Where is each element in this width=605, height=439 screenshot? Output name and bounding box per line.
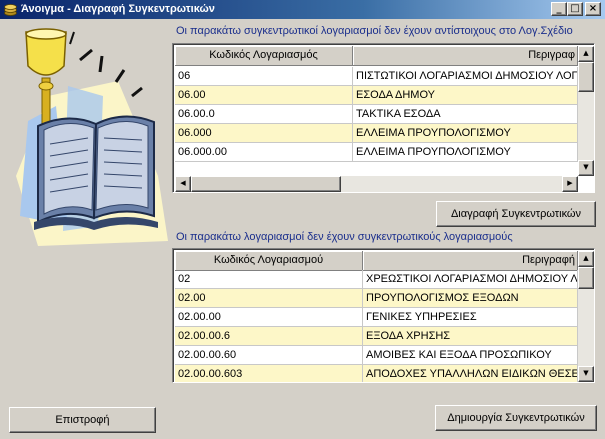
arrow-down-icon: ▼ <box>583 369 589 377</box>
return-button[interactable]: Επιστροφή <box>9 407 156 433</box>
scroll-thumb[interactable] <box>578 267 594 289</box>
cell-description: ΕΛΛΕΙΜΑ ΠΡΟΥΠΟΛΟΓΙΣΜΟΥ <box>353 124 578 143</box>
arrow-down-icon: ▼ <box>583 163 589 171</box>
cell-code: 02.00.00.60 <box>175 346 363 365</box>
create-summaries-button[interactable]: Δημιουργία Συγκεντρωτικών <box>435 405 597 431</box>
table-row[interactable]: 06.000.00 ΕΛΛΕΙΜΑ ΠΡΟΥΠΟΛΟΓΙΣΜΟΥ <box>175 143 578 162</box>
vertical-scrollbar[interactable]: ▲ ▼ <box>578 251 594 382</box>
cell-description: ΕΣΟΔΑ ΔΗΜΟΥ <box>353 86 578 105</box>
cell-code: 06.000.00 <box>175 143 353 162</box>
cell-description: ΓΕΝΙΚΕΣ ΥΠΗΡΕΣΙΕΣ <box>363 308 578 327</box>
arrow-up-icon: ▲ <box>583 49 589 57</box>
scroll-right-button[interactable]: ▶ <box>562 176 578 192</box>
cell-code: 02.00 <box>175 289 363 308</box>
table-row[interactable]: 02.00.00.60 ΑΜΟΙΒΕΣ ΚΑΙ ΕΞΟΔΑ ΠΡΟΣΩΠΙΚΟΥ <box>175 346 578 365</box>
orphan-accounts-grid[interactable]: Κωδικός Λογαριασμού Περιγραφή 02 ΧΡΕΩΣΤΙ… <box>172 248 595 383</box>
scroll-left-button[interactable]: ◀ <box>175 176 191 192</box>
cell-description: ΕΛΛΕΙΜΑ ΠΡΟΥΠΟΛΟΓΙΣΜΟΥ <box>353 143 578 162</box>
cell-code: 02 <box>175 270 363 289</box>
cell-description: ΕΞΟΔΑ ΧΡΗΣΗΣ <box>363 327 578 346</box>
cell-code: 06.000 <box>175 124 353 143</box>
column-header-code[interactable]: Κωδικός Λογαριασμός <box>175 46 353 66</box>
close-button[interactable]: × <box>585 2 601 16</box>
cell-description: ΧΡΕΩΣΤΙΚΟΙ ΛΟΓΑΡΙΑΣΜΟΙ ΔΗΜΟΣΙΟΥ ΛΟΓΙΣ <box>363 270 578 289</box>
cell-code: 06.00 <box>175 86 353 105</box>
cell-description: ΤΑΚΤΙΚΑ ΕΣΟΔΑ <box>353 105 578 124</box>
window-title: Άνοιγμα - Διαγραφή Συγκεντρωτικών <box>21 3 215 15</box>
maximize-button[interactable]: □ <box>567 2 583 16</box>
title-bar[interactable]: Άνοιγμα - Διαγραφή Συγκεντρωτικών _ □ × <box>0 0 605 19</box>
cell-code: 06.00.0 <box>175 105 353 124</box>
minimize-button[interactable]: _ <box>551 2 567 16</box>
cell-description: ΑΠΟΔΟΧΕΣ ΥΠΑΛΛΗΛΩΝ ΕΙΔΙΚΩΝ ΘΕΣΕΩΝ <box>363 365 578 382</box>
close-icon: × <box>588 3 598 14</box>
scroll-thumb[interactable] <box>191 176 341 192</box>
minimize-icon: _ <box>556 3 562 14</box>
scroll-up-button[interactable]: ▲ <box>578 46 594 62</box>
table-row[interactable]: 06.00 ΕΣΟΔΑ ΔΗΜΟΥ <box>175 86 578 105</box>
cell-description: ΠΙΣΤΩΤΙΚΟΙ ΛΟΓΑΡΙΑΣΜΟΙ ΔΗΜΟΣΙΟΥ ΛΟΓΙΣΤΙΚ <box>353 67 578 86</box>
bottom-caption: Οι παρακάτω λογαριασμοί δεν έχουν συγκεν… <box>176 231 513 243</box>
maximize-icon: □ <box>570 3 580 14</box>
table-row[interactable]: 02 ΧΡΕΩΣΤΙΚΟΙ ΛΟΓΑΡΙΑΣΜΟΙ ΔΗΜΟΣΙΟΥ ΛΟΓΙΣ <box>175 270 578 289</box>
cell-code: 02.00.00 <box>175 308 363 327</box>
table-row[interactable]: 06 ΠΙΣΤΩΤΙΚΟΙ ΛΟΓΑΡΙΑΣΜΟΙ ΔΗΜΟΣΙΟΥ ΛΟΓΙΣ… <box>175 67 578 86</box>
top-caption: Οι παρακάτω συγκεντρωτικοί λογαριασμοί δ… <box>176 25 573 37</box>
cell-code: 06 <box>175 67 353 86</box>
table-row[interactable]: 02.00 ΠΡΟΥΠΟΛΟΓΙΣΜΟΣ ΕΞΟΔΩΝ <box>175 289 578 308</box>
table-row[interactable]: 02.00.00.603 ΑΠΟΔΟΧΕΣ ΥΠΑΛΛΗΛΩΝ ΕΙΔΙΚΩΝ … <box>175 365 578 382</box>
table-row[interactable]: 06.000 ΕΛΛΕΙΜΑ ΠΡΟΥΠΟΛΟΓΙΣΜΟΥ <box>175 124 578 143</box>
cell-description: ΑΜΟΙΒΕΣ ΚΑΙ ΕΞΟΔΑ ΠΡΟΣΩΠΙΚΟΥ <box>363 346 578 365</box>
column-header-description[interactable]: Περιγραφ <box>353 46 578 66</box>
arrow-right-icon: ▶ <box>567 179 573 187</box>
table-row[interactable]: 06.00.0 ΤΑΚΤΙΚΑ ΕΣΟΔΑ <box>175 105 578 124</box>
main-window: Άνοιγμα - Διαγραφή Συγκεντρωτικών _ □ × <box>0 0 605 439</box>
cell-code: 02.00.00.603 <box>175 365 363 382</box>
table-row[interactable]: 02.00.00 ΓΕΝΙΚΕΣ ΥΠΗΡΕΣΙΕΣ <box>175 308 578 327</box>
column-header-code[interactable]: Κωδικός Λογαριασμού <box>175 251 363 271</box>
table-row[interactable]: 02.00.00.6 ΕΞΟΔΑ ΧΡΗΣΗΣ <box>175 327 578 346</box>
horizontal-scrollbar[interactable]: ◀ ▶ <box>175 176 578 192</box>
scroll-down-button[interactable]: ▼ <box>578 160 594 176</box>
cell-description: ΠΡΟΥΠΟΛΟΓΙΣΜΟΣ ΕΞΟΔΩΝ <box>363 289 578 308</box>
coin-stack-icon <box>4 4 17 16</box>
arrow-up-icon: ▲ <box>583 254 589 262</box>
column-header-description[interactable]: Περιγραφή <box>363 251 578 271</box>
scroll-up-button[interactable]: ▲ <box>578 251 594 267</box>
scroll-down-button[interactable]: ▼ <box>578 366 594 382</box>
delete-summaries-button[interactable]: Διαγραφή Συγκεντρωτικών <box>436 201 596 227</box>
grid-header: Κωδικός Λογαριασμός Περιγραφ <box>175 46 578 66</box>
open-book-with-candle-icon <box>16 28 168 246</box>
cell-code: 02.00.00.6 <box>175 327 363 346</box>
summary-accounts-grid[interactable]: Κωδικός Λογαριασμός Περιγραφ 06 ΠΙΣΤΩΤΙΚ… <box>172 43 595 193</box>
arrow-left-icon: ◀ <box>180 179 186 187</box>
scroll-thumb[interactable] <box>578 62 594 92</box>
vertical-scrollbar[interactable]: ▲ ▼ <box>578 46 594 176</box>
grid-header: Κωδικός Λογαριασμού Περιγραφή <box>175 251 578 271</box>
